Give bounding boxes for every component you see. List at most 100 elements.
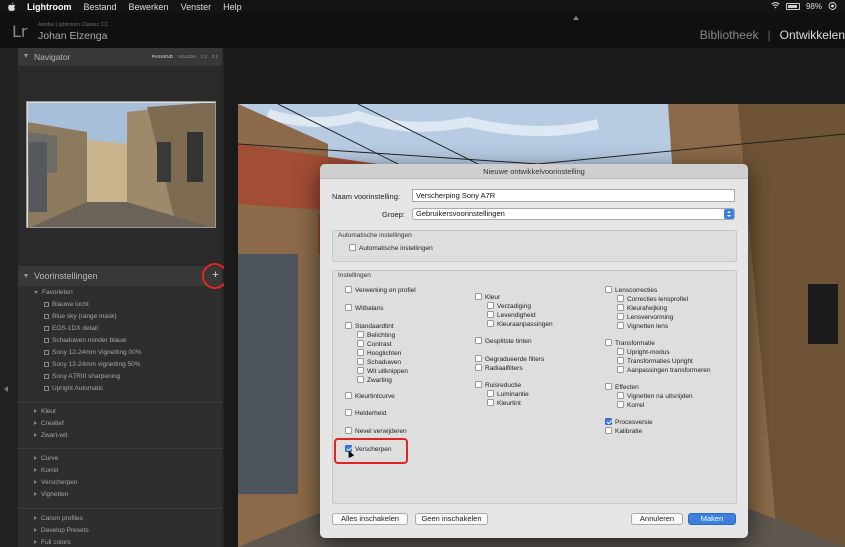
apple-icon[interactable] (7, 2, 17, 11)
preset-item[interactable]: Blue sky (range mask) (44, 313, 117, 323)
checkbox-label: Gegradueerde filters (485, 356, 545, 363)
zoom-fill[interactable]: VULLEN (178, 54, 196, 59)
cb-kleur[interactable]: Kleur (475, 293, 500, 302)
cb-contrast[interactable]: Contrast (357, 340, 392, 349)
navigator-view-frame[interactable] (27, 102, 215, 227)
cb-belichting[interactable]: Belichting (357, 331, 395, 340)
checkbox (475, 355, 482, 362)
menu-help[interactable]: Help (223, 2, 242, 12)
auto-settings-checkbox[interactable]: Automatische instellingen (349, 244, 433, 253)
chevron-down-icon (24, 54, 28, 58)
preset-folder-kleur[interactable]: Kleur (34, 408, 56, 418)
cb-kalibratie[interactable]: Kalibratie (605, 427, 642, 436)
cb-levendigheid[interactable]: Levendigheid (487, 311, 536, 320)
cb-verwerking[interactable]: Verwerking en profiel (345, 286, 416, 295)
collapse-top-panel-icon[interactable] (573, 16, 579, 20)
cb-transformatie[interactable]: Transformatie (605, 339, 655, 348)
cb-lensvervorming[interactable]: Lensvervorming (617, 313, 673, 322)
menu-bewerken[interactable]: Bewerken (129, 2, 169, 12)
zoom-3-1[interactable]: 3:1 (212, 54, 218, 59)
cb-standaardtint[interactable]: Standaardtint (345, 322, 394, 331)
menu-bar: Lightroom Bestand Bewerken Venster Help … (0, 0, 845, 13)
cb-gegradueerde-filters[interactable]: Gegradueerde filters (475, 355, 544, 364)
checkbox-checked (605, 418, 612, 425)
cb-vignetten-na-uitsnijden[interactable]: Vignetten na uitsnijden (617, 392, 693, 401)
settings-group: Instellingen Verwerking en profiel Witba… (332, 270, 737, 504)
preset-folder-develop[interactable]: Develop Presets (34, 527, 89, 537)
zoom-fit[interactable]: PASSEND (152, 54, 173, 59)
preset-folder-korrel[interactable]: Korrel (34, 467, 58, 477)
cb-aanpassingen-transformeren[interactable]: Aanpassingen transformeren (617, 366, 710, 375)
collapse-left-panel-icon[interactable] (4, 386, 8, 392)
cb-wit-uitknippen[interactable]: Wit uitknippen (357, 367, 408, 376)
zoom-1-1[interactable]: 1:1 (200, 54, 206, 59)
battery-icon[interactable] (785, 3, 800, 10)
module-library[interactable]: Bibliotheek (700, 28, 759, 42)
checkbox-label: Radiaalfilters (485, 365, 523, 372)
checkbox (475, 337, 482, 344)
cb-transformaties-upright[interactable]: Transformaties Upright (617, 357, 693, 366)
menu-bestand[interactable]: Bestand (84, 2, 117, 12)
enable-all-button[interactable]: Alles inschakelen (332, 513, 408, 525)
enable-none-button[interactable]: Geen inschakelen (415, 513, 488, 525)
chevron-right-icon (34, 492, 37, 497)
preset-item[interactable]: Upright Automatic (44, 385, 103, 395)
navigator-header[interactable]: Navigator PASSEND VULLEN 1:1 3:1 (18, 48, 222, 66)
cb-schaduwen[interactable]: Schaduwen (357, 358, 401, 367)
preset-folder-curve[interactable]: Curve (34, 455, 58, 465)
cb-correcties-lensprofiel[interactable]: Correcties lensprofiel (617, 295, 688, 304)
checkbox-label: Lenscorrecties (615, 287, 658, 294)
preset-name-input[interactable]: Verscherping Sony A7R (412, 189, 735, 202)
cb-helderheid[interactable]: Helderheid (345, 409, 386, 418)
checkbox-label: Hooglichten (367, 350, 402, 357)
cb-vignetten-lens[interactable]: Vignetten lens (617, 322, 668, 331)
chevron-right-icon (34, 528, 37, 533)
cb-kleuraanpassingen[interactable]: Kleuraanpassingen (487, 320, 553, 329)
group-select[interactable]: Gebruikersvoorinstellingen (412, 208, 735, 220)
wifi-icon[interactable] (771, 2, 780, 11)
preset-item[interactable]: Blauwe lucht (44, 301, 89, 311)
checkbox-label: Procesversie (615, 419, 653, 426)
menu-venster[interactable]: Venster (181, 2, 212, 12)
cb-kleurtint[interactable]: Kleurtint (487, 399, 521, 408)
preset-folder-canon[interactable]: Canon profiles (34, 515, 83, 525)
cb-lenscorrecties[interactable]: Lenscorrecties (605, 286, 657, 295)
preset-folder-full-colors[interactable]: Full colors (34, 539, 71, 547)
navigator-preview[interactable] (26, 101, 216, 228)
cancel-button[interactable]: Annuleren (631, 513, 683, 525)
cb-kleurtintcurve[interactable]: Kleurtintcurve (345, 392, 395, 401)
checkbox (357, 358, 364, 365)
cb-nevel[interactable]: Nevel verwijderen (345, 427, 407, 436)
preset-item[interactable]: Sony A7RIII sharpening (44, 373, 120, 383)
presets-header[interactable]: Voorinstellingen (18, 266, 222, 286)
cb-verzadiging[interactable]: Verzadiging (487, 302, 531, 311)
cb-kleurafwijking[interactable]: Kleurafwijking (617, 304, 667, 313)
cb-effecten[interactable]: Effecten (605, 383, 639, 392)
cb-gesplitste-tinten[interactable]: Gesplitste tinten (475, 337, 532, 346)
preset-folder-verscherpen[interactable]: Verscherpen (34, 479, 78, 489)
cb-hooglichten[interactable]: Hooglichten (357, 349, 401, 358)
preset-item[interactable]: Sony 12-24mm vignetting 50% (44, 361, 141, 371)
preset-item[interactable]: EOS-1DX detail (44, 325, 98, 335)
control-center-icon[interactable] (828, 1, 837, 12)
cb-radiaalfilters[interactable]: Radiaalfilters (475, 364, 523, 373)
chevron-down-icon (24, 274, 28, 278)
cb-ruisreductie[interactable]: Ruisreductie (475, 381, 521, 390)
cb-korrel[interactable]: Korrel (617, 401, 644, 410)
module-develop[interactable]: Ontwikkelen (780, 28, 845, 42)
cb-zwarting[interactable]: Zwarting (357, 376, 392, 385)
preset-folder-creatief[interactable]: Creatief (34, 420, 64, 430)
menu-app[interactable]: Lightroom (27, 2, 72, 12)
settings-title: Instellingen (338, 272, 371, 279)
preset-item[interactable]: Schaduwen minder blauw (44, 337, 126, 347)
checkbox (357, 331, 364, 338)
preset-item[interactable]: Sony 12-24mm Vignetting 00% (44, 349, 142, 359)
cb-procesversie[interactable]: Procesversie (605, 418, 653, 427)
preset-folder-favorites[interactable]: Favorieten (34, 289, 73, 299)
cb-witbalans[interactable]: Witbalans (345, 304, 384, 313)
cb-luminantie[interactable]: Luminantie (487, 390, 529, 399)
create-button[interactable]: Maken (688, 513, 736, 525)
preset-folder-vignetten[interactable]: Vignetten (34, 491, 68, 501)
preset-folder-zwart-wit[interactable]: Zwart-wit (34, 432, 67, 442)
cb-upright-modus[interactable]: Upright-modus (617, 348, 670, 357)
